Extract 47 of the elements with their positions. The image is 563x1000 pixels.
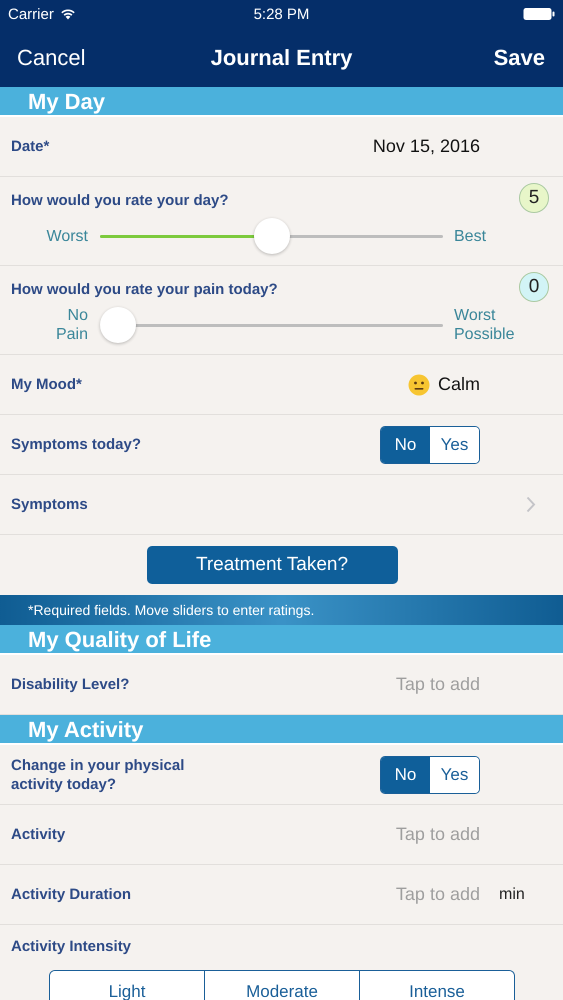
row-label: Activity Duration <box>11 885 132 904</box>
note-text: *Required fields. Move sliders to enter ratings. <box>28 602 314 618</box>
toggle-option[interactable]: No <box>381 756 430 792</box>
input-field[interactable]: Tap to add <box>360 884 480 905</box>
row-label: Date* <box>11 137 50 156</box>
question-label: Change in your physical activity today? <box>11 756 186 794</box>
toggle-option[interactable]: Yes <box>430 756 479 792</box>
score-badge: 0 <box>519 272 549 302</box>
date-value[interactable]: Nov 15, 2016 <box>372 136 480 157</box>
save-button[interactable]: Save <box>494 44 545 70</box>
row-label: Disability Level? <box>11 675 130 694</box>
row-label: My Mood* <box>11 375 82 394</box>
status-time: 5:28 PM <box>254 6 310 22</box>
battery-icon <box>523 7 555 21</box>
section-header: My Day <box>0 87 563 117</box>
input-field[interactable]: Tap to add <box>360 674 480 695</box>
row-label: Activity <box>11 825 66 844</box>
nav-title: Journal Entry <box>210 44 352 70</box>
slider-min-label: Worst <box>46 226 88 246</box>
segment-option[interactable]: Moderate <box>204 971 359 1000</box>
question-label: Symptoms today? <box>11 435 142 454</box>
row-label[interactable]: Symptoms <box>11 495 88 514</box>
slider-thumb[interactable] <box>100 307 136 343</box>
slider-track[interactable] <box>100 306 443 344</box>
mood-value[interactable]: Calm <box>438 374 480 395</box>
neutral-face-icon <box>408 374 430 396</box>
slider-max-label: Worst Possible <box>454 306 514 344</box>
toggle-option[interactable]: No <box>381 426 430 462</box>
unit-label: min <box>499 886 526 904</box>
cancel-button[interactable]: Cancel <box>17 44 86 70</box>
slider-max-label: Best <box>454 226 486 246</box>
row-label: Activity Intensity <box>11 937 132 956</box>
slider-min-label: No Pain <box>56 306 88 344</box>
segment-option[interactable]: Intense <box>359 971 514 1000</box>
toggle-option[interactable]: Yes <box>430 426 479 462</box>
section-header: My Activity <box>0 715 563 745</box>
wifi-icon <box>60 8 76 20</box>
treatment-button[interactable]: Treatment Taken? <box>146 546 398 584</box>
section-header: My Quality of Life <box>0 625 563 655</box>
input-field[interactable]: Tap to add <box>360 824 480 845</box>
slider-track[interactable] <box>100 217 443 255</box>
question-label: How would you rate your pain today? <box>11 280 278 298</box>
carrier-label: Carrier <box>8 6 54 22</box>
slider-thumb[interactable] <box>254 218 290 254</box>
score-badge: 5 <box>519 183 549 213</box>
chevron-icon <box>526 496 536 513</box>
question-label: How would you rate your day? <box>11 190 229 210</box>
